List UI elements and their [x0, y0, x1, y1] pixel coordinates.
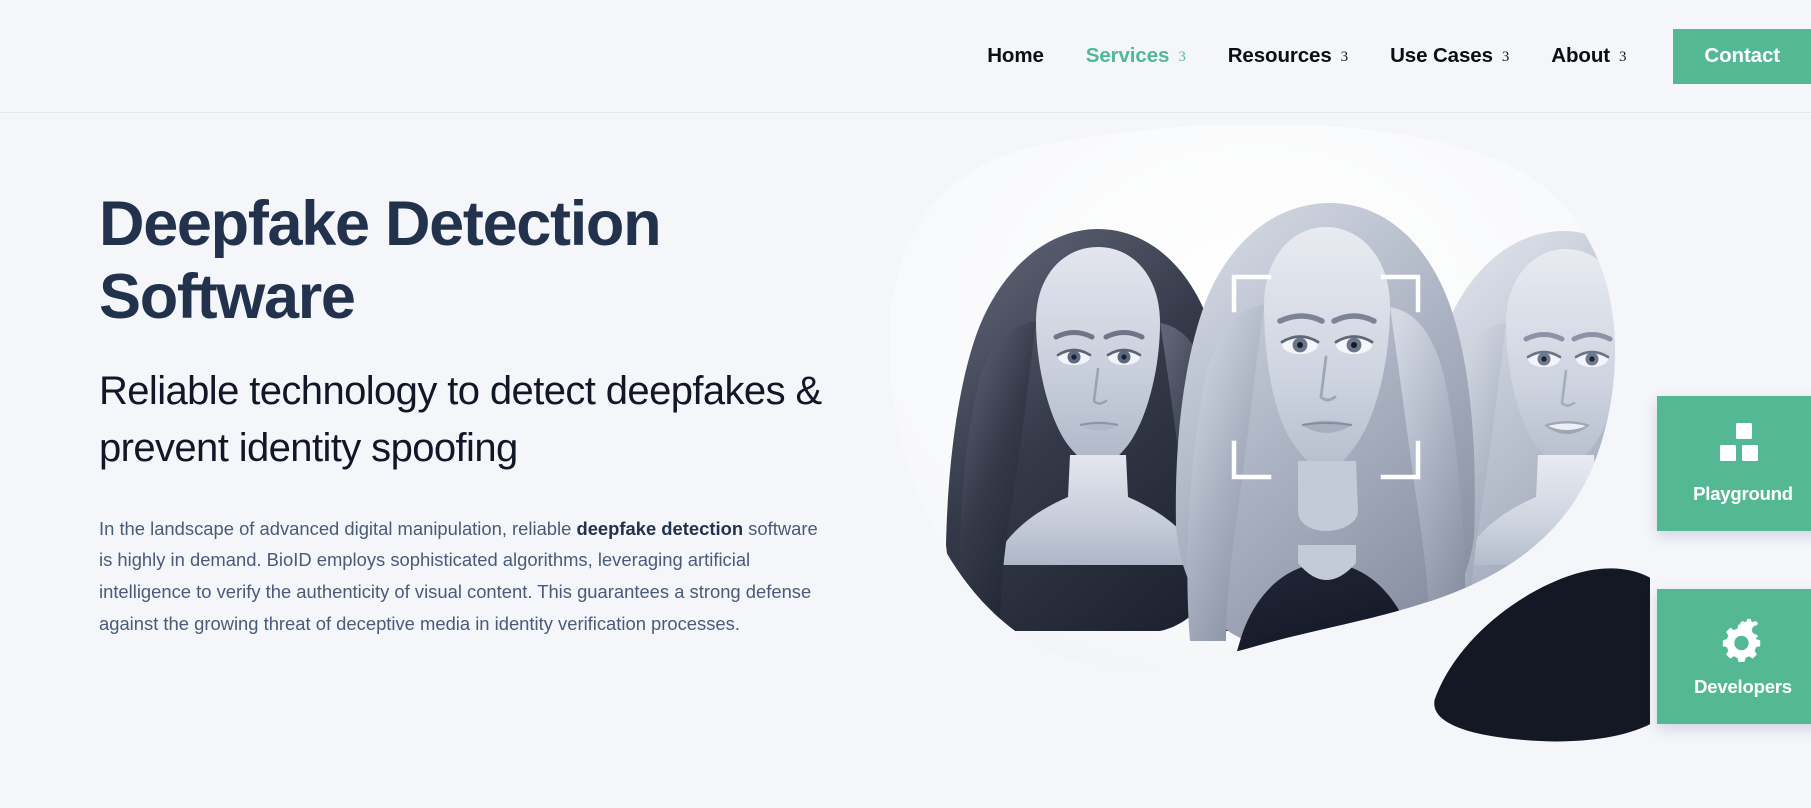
site-header: Home Services 3 Resources 3 Use Cases 3 …	[0, 0, 1811, 113]
side-quick-links: Playground Developers	[1657, 396, 1811, 724]
chevron-down-icon: 3	[1618, 48, 1627, 65]
hero-body-text: In the landscape of advanced digital man…	[99, 513, 824, 640]
nav-item-services[interactable]: Services 3	[1065, 43, 1207, 67]
blocks-icon	[1717, 422, 1769, 469]
nav-item-home[interactable]: Home	[966, 43, 1065, 67]
contact-button[interactable]: Contact	[1673, 28, 1811, 84]
hero-image	[860, 125, 1650, 745]
nav-item-label: Services	[1085, 43, 1170, 67]
developers-button[interactable]: Developers	[1657, 589, 1811, 724]
playground-button[interactable]: Playground	[1657, 396, 1811, 531]
chevron-down-icon: 3	[1501, 48, 1510, 65]
nav-item-label: Resources	[1227, 43, 1332, 67]
main-navigation: Home Services 3 Resources 3 Use Cases 3 …	[966, 0, 1811, 113]
gears-icon	[1717, 616, 1769, 662]
nav-item-label: Home	[987, 43, 1044, 67]
hero-subtitle: Reliable technology to detect deepfakes …	[99, 369, 822, 470]
chevron-down-icon: 3	[1340, 48, 1349, 65]
decorative-dark-blob	[1434, 568, 1650, 742]
nav-item-resources[interactable]: Resources 3	[1207, 43, 1369, 67]
nav-item-label: Use Cases	[1390, 43, 1493, 67]
nav-item-use-cases[interactable]: Use Cases 3	[1369, 43, 1530, 67]
contact-button-label: Contact	[1704, 44, 1780, 67]
playground-button-label: Playground	[1693, 482, 1793, 504]
portrait-centre	[1175, 203, 1475, 668]
developers-button-label: Developers	[1694, 675, 1792, 697]
nav-item-about[interactable]: About 3	[1530, 43, 1647, 67]
page-title: Deepfake Detection Software	[99, 189, 662, 333]
hero-text-column: Deepfake Detection Software Reliable tec…	[99, 188, 829, 639]
chevron-down-icon: 3	[1178, 48, 1186, 65]
hero-body-part-1: In the landscape of advanced digital man…	[99, 517, 577, 539]
nav-item-label: About	[1551, 43, 1610, 67]
hero-body-emphasis: deepfake detection	[576, 517, 744, 539]
hero-section: Deepfake Detection Software Reliable tec…	[0, 113, 1811, 808]
